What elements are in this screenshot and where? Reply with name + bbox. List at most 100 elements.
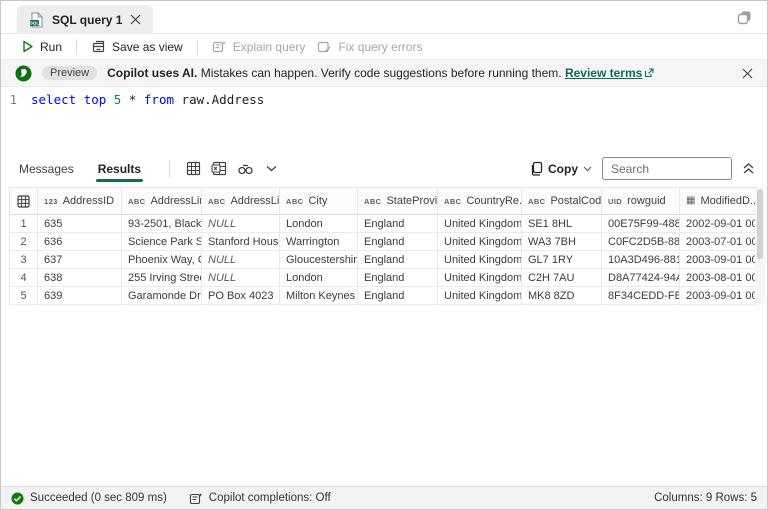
data-cell[interactable]: Science Park So...: [122, 233, 202, 251]
data-cell[interactable]: Stanford House: [202, 233, 280, 251]
code-editor[interactable]: 1 select top 5 * from raw.Address: [1, 88, 767, 152]
data-cell[interactable]: GL7 1RY: [522, 251, 602, 269]
fix-query-errors-button[interactable]: Fix query errors: [311, 40, 428, 54]
tab-messages[interactable]: Messages: [13, 152, 80, 185]
review-terms-link[interactable]: Review terms: [565, 66, 654, 80]
column-header-label: AddressLin...: [230, 195, 280, 207]
select-all-cell[interactable]: [10, 188, 38, 215]
column-header-addresslin[interactable]: ABC AddressLin...: [202, 188, 280, 215]
data-cell[interactable]: United Kingdom: [438, 215, 522, 233]
data-cell[interactable]: WA3 7BH: [522, 233, 602, 251]
data-cell[interactable]: 00E75F99-488C...: [602, 215, 680, 233]
column-type-badge: ABC: [128, 196, 146, 206]
data-cell[interactable]: C0FC2D5B-88E...: [602, 233, 680, 251]
copy-button[interactable]: Copy: [530, 161, 592, 176]
find-icon[interactable]: [232, 157, 258, 181]
line-number: 1: [9, 92, 17, 107]
column-header-label: StateProvin...: [386, 195, 438, 207]
save-as-view-button[interactable]: Save as view: [85, 40, 189, 54]
column-header-countryre[interactable]: ABC CountryRe...: [438, 188, 522, 215]
data-cell[interactable]: 636: [38, 233, 122, 251]
data-cell[interactable]: SE1 8HL: [522, 215, 602, 233]
tab-title: SQL query 1: [52, 12, 123, 27]
data-cell[interactable]: Gloucestershire: [280, 251, 358, 269]
data-cell[interactable]: Warrington: [280, 233, 358, 251]
data-cell[interactable]: 2003-08-01 00:...: [680, 269, 757, 287]
grid-vertical-scrollbar[interactable]: [755, 187, 765, 304]
scrollbar-thumb[interactable]: [757, 189, 763, 259]
sql-editor-window: SQL SQL query 1 Run Save as view Explain…: [0, 0, 768, 510]
export-excel-icon[interactable]: [206, 157, 232, 181]
data-cell[interactable]: England: [358, 215, 438, 233]
explain-query-button[interactable]: Explain query: [206, 40, 312, 54]
column-header-addresslin[interactable]: ABC AddressLin...: [122, 188, 202, 215]
row-number-cell[interactable]: 2: [10, 233, 38, 251]
data-cell[interactable]: United Kingdom: [438, 251, 522, 269]
data-cell[interactable]: NULL: [202, 215, 280, 233]
sql-file-icon: SQL: [29, 11, 44, 28]
data-cell[interactable]: C2H 7AU: [522, 269, 602, 287]
data-cell[interactable]: Phoenix Way, C...: [122, 251, 202, 269]
data-cell[interactable]: PO Box 4023: [202, 287, 280, 305]
data-cell[interactable]: 637: [38, 251, 122, 269]
data-cell[interactable]: United Kingdom: [438, 233, 522, 251]
fix-query-errors-label: Fix query errors: [338, 39, 423, 54]
tab-sql-query-1[interactable]: SQL SQL query 1: [17, 5, 154, 34]
row-number-cell[interactable]: 3: [10, 251, 38, 269]
data-cell[interactable]: MK8 8ZD: [522, 287, 602, 305]
row-number-cell[interactable]: 4: [10, 269, 38, 287]
code-token: raw.Address: [174, 92, 265, 107]
column-header-label: City: [308, 195, 328, 207]
copilot-completions-status[interactable]: Copilot completions: Off: [189, 492, 331, 505]
data-cell[interactable]: England: [358, 233, 438, 251]
tab-messages-label: Messages: [19, 161, 74, 176]
column-header-postalcode[interactable]: ABC PostalCode: [522, 188, 602, 215]
row-number-cell[interactable]: 1: [10, 215, 38, 233]
data-cell[interactable]: D8A77424-94A...: [602, 269, 680, 287]
column-header-modifiedd[interactable]: ▦ ModifiedD...: [680, 188, 757, 215]
data-cell[interactable]: United Kingdom: [438, 287, 522, 305]
chevron-down-icon[interactable]: [258, 157, 284, 181]
collapse-panel-icon[interactable]: [742, 162, 755, 175]
copilot-banner: Preview Copilot uses AI. Mistakes can ha…: [1, 60, 767, 87]
data-cell[interactable]: Milton Keynes: [280, 287, 358, 305]
tab-results[interactable]: Results: [92, 152, 147, 185]
data-cell[interactable]: Garamonde Dri...: [122, 287, 202, 305]
column-header-label: rowguid: [627, 195, 666, 207]
run-button[interactable]: Run: [15, 40, 68, 54]
tab-close-icon[interactable]: [130, 14, 141, 25]
banner-text: Copilot uses AI. Mistakes can happen. Ve…: [107, 66, 654, 80]
data-cell[interactable]: NULL: [202, 269, 280, 287]
data-cell[interactable]: 2003-09-01 00:...: [680, 287, 757, 305]
data-cell[interactable]: England: [358, 269, 438, 287]
copy-label: Copy: [548, 161, 578, 176]
search-input[interactable]: [602, 157, 732, 180]
data-cell[interactable]: 10A3D496-881...: [602, 251, 680, 269]
data-cell[interactable]: 255 Irving Street: [122, 269, 202, 287]
explain-query-icon: [212, 40, 227, 54]
data-cell[interactable]: 93-2501, Blackf...: [122, 215, 202, 233]
banner-close-icon[interactable]: [742, 68, 753, 79]
column-header-label: PostalCode: [550, 195, 602, 207]
grid-view-icon[interactable]: [180, 157, 206, 181]
data-cell[interactable]: United Kingdom: [438, 269, 522, 287]
data-cell[interactable]: 635: [38, 215, 122, 233]
column-header-addressid[interactable]: 123 AddressID: [38, 188, 122, 215]
data-cell[interactable]: 2003-07-01 00:...: [680, 233, 757, 251]
data-cell[interactable]: 2003-09-01 00:...: [680, 251, 757, 269]
row-number-cell[interactable]: 5: [10, 287, 38, 305]
data-cell[interactable]: 638: [38, 269, 122, 287]
column-header-stateprovin[interactable]: ABC StateProvin...: [358, 188, 438, 215]
data-cell[interactable]: 639: [38, 287, 122, 305]
data-cell[interactable]: England: [358, 251, 438, 269]
column-header-city[interactable]: ABC City: [280, 188, 358, 215]
data-cell[interactable]: London: [280, 269, 358, 287]
data-cell[interactable]: 2002-09-01 00:...: [680, 215, 757, 233]
data-cell[interactable]: NULL: [202, 251, 280, 269]
data-cell[interactable]: England: [358, 287, 438, 305]
data-cell[interactable]: 8F34CEDD-FB6...: [602, 287, 680, 305]
data-cell[interactable]: London: [280, 215, 358, 233]
column-header-rowguid[interactable]: UID rowguid: [602, 188, 680, 215]
column-header-label: CountryRe...: [466, 195, 522, 207]
duplicate-tab-icon[interactable]: [736, 9, 753, 26]
